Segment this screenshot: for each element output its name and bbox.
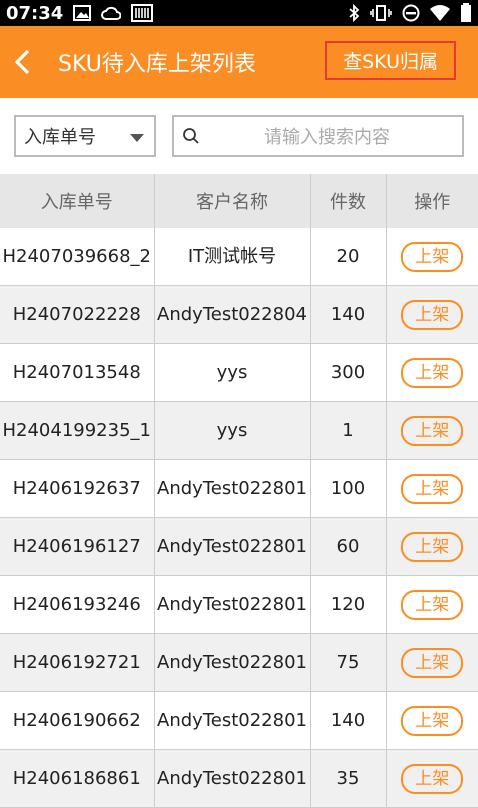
table-row: H2404199235_1 yys 1 上架	[0, 401, 478, 460]
quantity: 60	[310, 517, 387, 576]
table-row: H2406196127 AndyTest022801 60 上架	[0, 517, 478, 576]
column-header-order-no: 入库单号	[0, 174, 155, 228]
table-row: H2406192721 AndyTest022801 75 上架	[0, 633, 478, 692]
quantity: 20	[310, 228, 387, 286]
page-title: SKU待入库上架列表	[58, 52, 256, 77]
field-select-value: 入库单号	[24, 127, 96, 148]
shelve-button[interactable]: 上架	[401, 299, 464, 330]
cloud-sync-icon	[101, 6, 122, 20]
status-bar: 07:34	[0, 0, 478, 26]
chevron-down-icon	[130, 134, 144, 142]
customer-name: AndyTest022801	[154, 517, 311, 576]
filter-bar: 入库单号 请输入搜索内容	[0, 98, 478, 174]
order-no: H2406190662	[0, 691, 155, 750]
order-no: H2406192721	[0, 633, 155, 692]
customer-name: AndyTest022801	[154, 459, 311, 518]
action-cell: 上架	[386, 749, 478, 808]
quantity: 300	[310, 343, 387, 402]
column-header-qty: 件数	[310, 174, 387, 228]
search-icon	[183, 128, 199, 144]
table-row: H2406186861 AndyTest022801 35 上架	[0, 749, 478, 808]
order-no: H2407022228	[0, 285, 155, 344]
shelve-button[interactable]: 上架	[401, 415, 464, 446]
customer-name: yys	[154, 343, 311, 402]
action-cell: 上架	[386, 343, 478, 402]
field-select[interactable]: 入库单号	[14, 115, 156, 157]
table-row: H2407022228 AndyTest022804 140 上架	[0, 285, 478, 344]
column-header-action: 操作	[386, 174, 478, 228]
customer-name: yys	[154, 401, 311, 460]
shelve-button[interactable]: 上架	[401, 473, 464, 504]
quantity: 140	[310, 691, 387, 750]
customer-name: AndyTest022801	[154, 575, 311, 634]
back-button[interactable]	[0, 26, 44, 98]
battery-icon	[461, 3, 471, 22]
search-input[interactable]: 请输入搜索内容	[172, 115, 464, 157]
action-cell: 上架	[386, 459, 478, 518]
quantity: 1	[310, 401, 387, 460]
shelve-button[interactable]: 上架	[401, 357, 464, 388]
quantity: 75	[310, 633, 387, 692]
order-no: H2407013548	[0, 343, 155, 402]
shelve-button[interactable]: 上架	[401, 531, 464, 562]
action-cell: 上架	[386, 575, 478, 634]
customer-name: AndyTest022804	[154, 285, 311, 344]
action-cell: 上架	[386, 633, 478, 692]
shelve-button[interactable]: 上架	[401, 589, 464, 620]
clock: 07:34	[6, 2, 64, 24]
bluetooth-icon	[349, 4, 360, 22]
chevron-left-icon	[14, 49, 30, 75]
customer-name: AndyTest022801	[154, 691, 311, 750]
action-cell: 上架	[386, 691, 478, 750]
do-not-disturb-icon	[402, 4, 420, 22]
customer-name: AndyTest022801	[154, 633, 311, 692]
barcode-icon	[131, 4, 154, 22]
action-cell: 上架	[386, 285, 478, 344]
order-no: H2404199235_1	[0, 401, 155, 460]
shelve-button[interactable]: 上架	[401, 241, 464, 272]
customer-name: AndyTest022801	[154, 749, 311, 808]
order-no: H2406192637	[0, 459, 155, 518]
app-bar: SKU待入库上架列表 查SKU归属	[0, 26, 478, 98]
action-cell: 上架	[386, 517, 478, 576]
table-row: H2406193246 AndyTest022801 120 上架	[0, 575, 478, 634]
sku-owner-button[interactable]: 查SKU归属	[325, 41, 456, 80]
action-cell: 上架	[386, 401, 478, 460]
order-no: H2406186861	[0, 749, 155, 808]
shelve-button[interactable]: 上架	[401, 705, 464, 736]
table-row: H2407013548 yys 300 上架	[0, 343, 478, 402]
inbound-table: 入库单号 客户名称 件数 操作 H2407039668_2 IT测试帐号 20 …	[0, 174, 478, 808]
order-no: H2406196127	[0, 517, 155, 576]
quantity: 35	[310, 749, 387, 808]
customer-name: IT测试帐号	[154, 228, 311, 286]
quantity: 140	[310, 285, 387, 344]
quantity: 120	[310, 575, 387, 634]
order-no: H2407039668_2	[0, 228, 155, 286]
image-icon	[73, 5, 92, 21]
shelve-button[interactable]: 上架	[401, 763, 464, 794]
table-row: H2406190662 AndyTest022801 140 上架	[0, 691, 478, 750]
quantity: 100	[310, 459, 387, 518]
table-row: H2407039668_2 IT测试帐号 20 上架	[0, 228, 478, 286]
search-placeholder: 请输入搜索内容	[264, 127, 390, 148]
wifi-icon	[430, 5, 450, 21]
table-row: H2406192637 AndyTest022801 100 上架	[0, 459, 478, 518]
vibrate-icon	[370, 5, 392, 21]
table-header: 入库单号 客户名称 件数 操作	[0, 174, 478, 228]
action-cell: 上架	[386, 228, 478, 286]
column-header-customer: 客户名称	[154, 174, 311, 228]
shelve-button[interactable]: 上架	[401, 647, 464, 678]
order-no: H2406193246	[0, 575, 155, 634]
